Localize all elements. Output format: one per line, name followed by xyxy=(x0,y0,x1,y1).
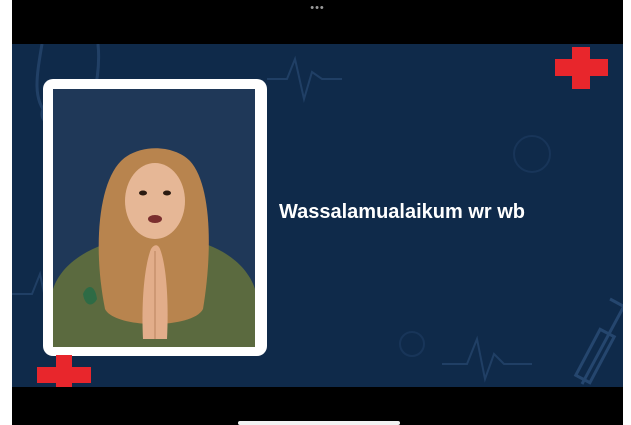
medical-cross-icon xyxy=(555,47,608,89)
device-screen: ••• Wassalamualaikum wr wb xyxy=(12,0,623,425)
home-indicator[interactable] xyxy=(238,421,400,425)
medical-cross-icon xyxy=(37,355,91,387)
person-illustration xyxy=(53,89,255,347)
participant-frame xyxy=(43,79,267,356)
bottom-bar xyxy=(12,387,623,425)
greeting-text: Wassalamualaikum wr wb xyxy=(279,201,526,223)
syringe-icon xyxy=(573,297,623,385)
participant-video xyxy=(53,89,255,347)
more-options-icon[interactable]: ••• xyxy=(310,3,325,14)
presentation-slide: Wassalamualaikum wr wb xyxy=(12,44,623,387)
